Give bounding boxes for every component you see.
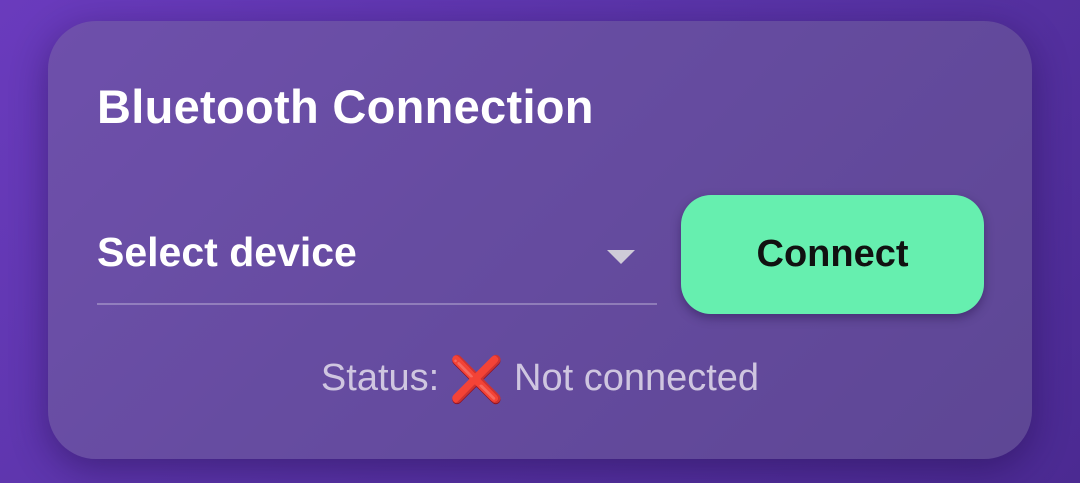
connection-status: Status: ❌ Not connected	[48, 357, 1032, 402]
device-select[interactable]: Select device	[97, 217, 657, 305]
bluetooth-connection-card: Bluetooth Connection Select device Conne…	[48, 21, 1032, 459]
card-title: Bluetooth Connection	[97, 80, 594, 133]
status-text: Not connected	[514, 357, 760, 399]
connect-button[interactable]: Connect	[681, 195, 984, 314]
dropdown-arrow-icon	[607, 250, 635, 264]
cross-mark-icon: ❌	[449, 355, 505, 404]
device-select-value: Select device	[97, 229, 357, 275]
status-label: Status:	[320, 357, 440, 399]
